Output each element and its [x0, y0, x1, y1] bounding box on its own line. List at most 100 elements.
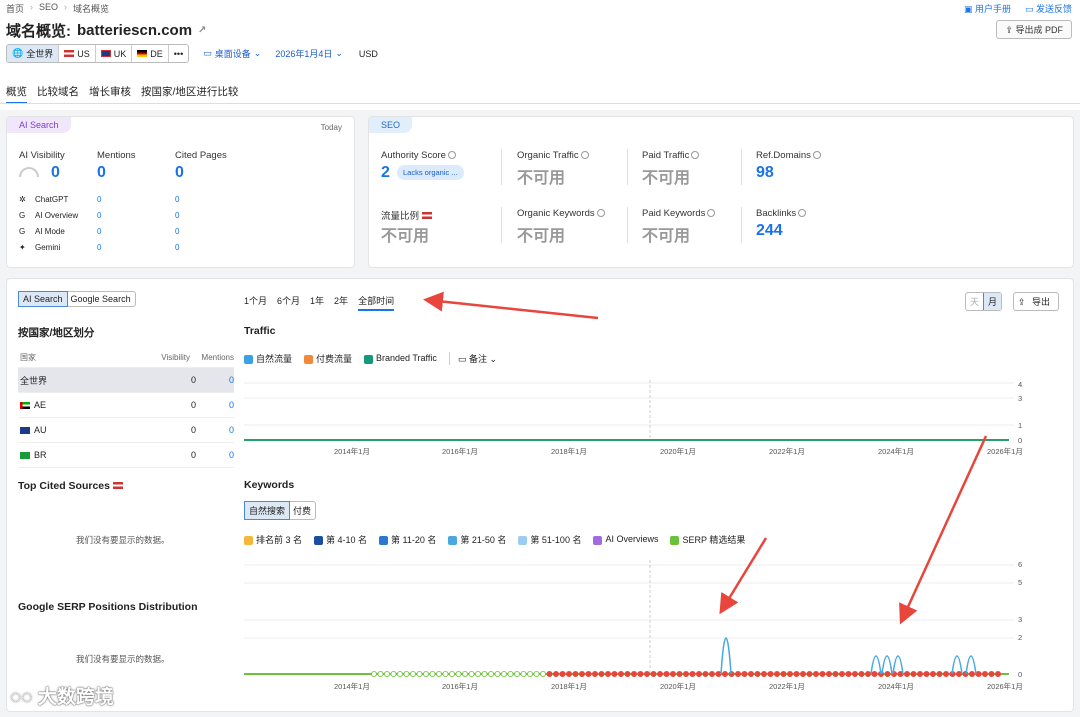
ai-source-cited[interactable]: 0 — [175, 195, 179, 204]
serp-marker — [481, 671, 488, 678]
toggle-paid[interactable]: 付费 — [289, 502, 315, 519]
period-6m[interactable]: 6个月 — [277, 294, 300, 311]
info-icon — [447, 151, 456, 160]
table-row[interactable]: AU 0 0 — [18, 418, 234, 443]
ai-source-cited[interactable]: 0 — [175, 243, 179, 252]
legend-organic[interactable]: 自然流量 — [244, 352, 292, 365]
manual-link[interactable]: ▣ 用户手册 — [964, 2, 1011, 15]
toggle-organic[interactable]: 自然搜索 — [244, 501, 291, 520]
monitor-icon: ▭ — [203, 48, 212, 58]
legend-51-100[interactable]: 第 51-100 名 — [518, 533, 581, 546]
serp-marker — [695, 671, 702, 678]
traffic-title: Traffic — [244, 325, 276, 337]
export-pdf-button[interactable]: ⇪ 导出成 PDF — [996, 20, 1072, 39]
feedback-link[interactable]: ▭ 发送反馈 — [1025, 2, 1072, 15]
period-1m[interactable]: 1个月 — [244, 294, 267, 311]
serp-marker — [982, 671, 989, 678]
serp-marker — [904, 671, 911, 678]
serp-marker — [416, 671, 423, 678]
db-de[interactable]: DE — [132, 45, 169, 62]
keywords-toggle: 自然搜索 付费 — [244, 501, 317, 520]
serp-marker — [819, 671, 826, 678]
serp-marker — [663, 671, 670, 678]
tab-growth[interactable]: 增长审核 — [89, 84, 131, 104]
ai-source-mentions[interactable]: 0 — [97, 227, 101, 236]
chevron-down-icon: ⌄ — [253, 48, 262, 58]
db-us[interactable]: US — [59, 45, 96, 62]
legend-paid[interactable]: 付费流量 — [304, 352, 352, 365]
y-tick: 5 — [1018, 578, 1023, 587]
tab-overview[interactable]: 概览 — [6, 84, 27, 104]
info-icon — [798, 209, 807, 218]
info-icon — [691, 151, 700, 160]
device-dropdown[interactable]: ▭ 桌面设备 ⌄ — [203, 47, 261, 60]
period-2y[interactable]: 2年 — [334, 294, 348, 311]
legend-21-50[interactable]: 第 21-50 名 — [448, 533, 506, 546]
tab-country-compare[interactable]: 按国家/地区进行比较 — [141, 84, 238, 104]
chevron-down-icon: ⌄ — [489, 354, 498, 364]
x-tick: 2018年1月 — [551, 447, 587, 456]
serp-marker — [390, 671, 397, 678]
period-all[interactable]: 全部时间 — [358, 294, 395, 311]
serp-marker — [435, 671, 442, 678]
y-tick: 3 — [1018, 394, 1023, 403]
serp-marker — [448, 671, 455, 678]
serp-marker — [598, 671, 605, 678]
legend-serp-features[interactable]: SERP 精选结果 — [670, 533, 745, 546]
serp-marker — [442, 671, 449, 678]
serp-marker — [624, 671, 631, 678]
serp-distribution-title: Google SERP Positions Distribution — [18, 601, 198, 613]
serp-marker — [689, 671, 696, 678]
serp-marker — [806, 671, 813, 678]
db-uk[interactable]: UK — [96, 45, 133, 62]
x-tick: 2016年1月 — [442, 682, 478, 691]
flag-icon — [20, 451, 30, 459]
notes-dropdown[interactable]: ▭ 备注 ⌄ — [448, 352, 498, 365]
crumb-seo[interactable]: SEO — [39, 2, 58, 15]
country-table: 国家 Visibility Mentions 全世界 0 0 AE 0 0 AU 0… — [18, 348, 234, 468]
serp-marker — [409, 671, 416, 678]
serp-marker — [995, 671, 1002, 678]
month-button[interactable]: 月 — [983, 293, 1002, 310]
tab-compare[interactable]: 比较域名 — [37, 84, 79, 104]
external-link-icon[interactable]: ↗ — [198, 25, 206, 36]
table-row[interactable]: BR 0 0 — [18, 443, 234, 468]
y-tick: 3 — [1018, 615, 1023, 624]
ai-source-mentions[interactable]: 0 — [97, 243, 101, 252]
domain-name[interactable]: batteriescn.com — [77, 22, 192, 39]
crumb-current: 域名概览 — [73, 4, 110, 14]
serp-marker — [572, 671, 579, 678]
ai-search-pill: AI Search — [7, 117, 71, 133]
legend-branded[interactable]: Branded Traffic — [364, 353, 437, 364]
ai-source-cited[interactable]: 0 — [175, 211, 179, 220]
serp-marker — [650, 671, 657, 678]
legend-4-10[interactable]: 第 4-10 名 — [314, 533, 367, 546]
legend-top3[interactable]: 排名前 3 名 — [244, 533, 302, 546]
period-selector: 1个月 6个月 1年 2年 全部时间 — [244, 294, 395, 311]
toggle-ai-search[interactable]: AI Search — [18, 291, 68, 307]
table-row[interactable]: AE 0 0 — [18, 393, 234, 418]
legend-ai-overviews[interactable]: AI Overviews — [593, 534, 658, 545]
serp-marker — [507, 671, 514, 678]
day-button[interactable]: 天 — [966, 293, 983, 310]
x-tick: 2024年1月 — [878, 682, 914, 691]
ai-source-mentions[interactable]: 0 — [97, 195, 101, 204]
serp-marker — [930, 671, 937, 678]
db-world[interactable]: 🌐 全世界 — [7, 45, 60, 62]
google-icon: G — [19, 211, 26, 220]
flag-icon — [20, 426, 30, 434]
ai-source-cited[interactable]: 0 — [175, 227, 179, 236]
ai-source-mentions[interactable]: 0 — [97, 211, 101, 220]
authority-badge[interactable]: Lacks organic ... — [397, 165, 464, 180]
y-tick: 1 — [1018, 421, 1023, 430]
table-row[interactable]: 全世界 0 0 — [18, 368, 234, 393]
date-dropdown[interactable]: 2026年1月4日 ⌄ — [275, 47, 343, 60]
period-1y[interactable]: 1年 — [310, 294, 324, 311]
export-button[interactable]: ⇪ 导出 — [1013, 292, 1060, 311]
x-tick: 2020年1月 — [660, 682, 696, 691]
toggle-google-search[interactable]: Google Search — [67, 292, 135, 306]
legend-11-20[interactable]: 第 11-20 名 — [379, 533, 436, 546]
crumb-home[interactable]: 首页 — [6, 2, 24, 15]
serp-marker — [956, 671, 963, 678]
more-button[interactable]: ••• — [169, 45, 188, 62]
